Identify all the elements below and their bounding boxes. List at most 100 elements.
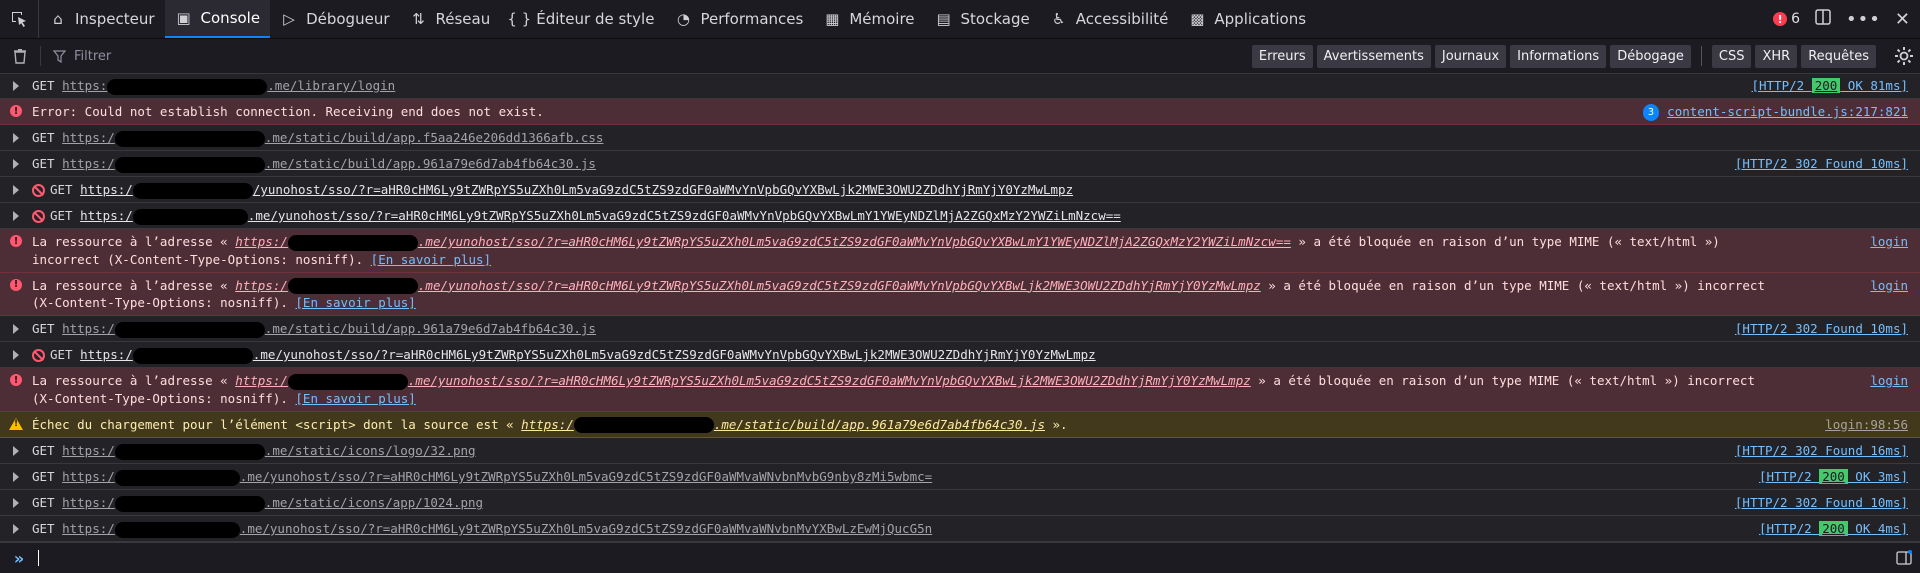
resource-url[interactable]: https:/ .me/yunohost/sso/?r=aHR0cHM6Ly9tZ… <box>235 277 1261 294</box>
network-request-row[interactable]: GET https:/ /yunohost/sso/?r=aHR0cHM6Ly9t… <box>0 177 1920 203</box>
trash-icon[interactable] <box>0 48 40 64</box>
filter-chip-type[interactable]: Requêtes <box>1801 44 1876 68</box>
tab-applications[interactable]: ▩ Applications <box>1178 0 1316 38</box>
status-link[interactable]: [HTTP/2 302 Found 10ms] <box>1735 321 1908 336</box>
learn-more-link[interactable]: [En savoir plus] <box>295 391 415 406</box>
request-url[interactable]: https:/ /yunohost/sso/?r=aHR0cHM6Ly9tZWRp… <box>80 182 1073 199</box>
request-url[interactable]: https:/ .me/static/icons/logo/32.png <box>62 443 476 460</box>
status-link[interactable]: [HTTP/2 200 OK 3ms] <box>1759 469 1908 484</box>
expand-arrow-icon[interactable] <box>0 438 32 463</box>
status-link[interactable]: [HTTP/2 302 Found 10ms] <box>1735 156 1908 171</box>
url-path: .me/yunohost/sso/?r=aHR0cHM6Ly9tZWRpYS5u… <box>417 277 1261 293</box>
status-link[interactable]: [HTTP/2 302 Found 10ms] <box>1735 495 1908 510</box>
source-link[interactable]: content-script-bundle.js:217:821 <box>1667 104 1908 119</box>
filter-chip-level[interactable]: Erreurs <box>1251 44 1313 68</box>
console-input[interactable]: » <box>0 542 1920 573</box>
expand-arrow-icon[interactable] <box>0 203 32 228</box>
request-url[interactable]: https:/ .me/yunohost/sso/?r=aHR0cHM6Ly9tZ… <box>62 469 932 486</box>
request-url[interactable]: https:/ .me/static/build/app.961a79e6d7ab… <box>62 321 596 338</box>
tab-console[interactable]: ▣ Console <box>164 0 271 38</box>
source-link[interactable]: login <box>1862 229 1920 272</box>
request-url[interactable]: https: .me/library/login <box>62 78 395 95</box>
request-url[interactable]: https:/ .me/static/icons/app/1024.png <box>62 495 483 512</box>
expand-arrow-icon[interactable] <box>0 73 32 98</box>
blocked-icon <box>32 349 45 362</box>
network-request-row[interactable]: GET https:/ .me/static/build/app.961a79e6… <box>0 316 1920 342</box>
filter-input[interactable]: Filtrer <box>40 46 111 66</box>
learn-more-link[interactable]: [En savoir plus] <box>371 252 491 267</box>
tab-label: Mémoire <box>849 10 915 28</box>
tab-style-editor[interactable]: { } Éditeur de style <box>500 0 664 38</box>
filter-chip-level[interactable]: Informations <box>1510 44 1607 68</box>
network-request-row[interactable]: GET https:/ .me/yunohost/sso/?r=aHR0cHM6L… <box>0 342 1920 368</box>
source-link[interactable]: login <box>1862 273 1920 316</box>
request-status[interactable]: [HTTP/2 302 Found 10ms] <box>1727 316 1920 341</box>
network-request-row[interactable]: GET https:/ .me/static/build/app.961a79e6… <box>0 151 1920 177</box>
status-link[interactable]: [HTTP/2 302 Found 16ms] <box>1735 443 1908 458</box>
filter-chip-type[interactable]: CSS <box>1711 44 1752 68</box>
request-status[interactable]: [HTTP/2 200 OK 4ms] <box>1751 516 1920 541</box>
filter-chip-level[interactable]: Avertissements <box>1316 44 1431 68</box>
error-count-badge[interactable]: ! 6 <box>1773 11 1800 27</box>
expand-arrow-icon[interactable] <box>0 125 32 150</box>
expand-arrow-icon[interactable] <box>0 316 32 341</box>
network-request-row[interactable]: GET https:/ .me/yunohost/sso/?r=aHR0cHM6L… <box>0 203 1920 229</box>
tab-performance[interactable]: ◔ Performances <box>664 0 813 38</box>
request-url[interactable]: https:/ .me/yunohost/sso/?r=aHR0cHM6Ly9tZ… <box>80 208 1121 225</box>
element-picker-icon[interactable] <box>0 0 39 38</box>
close-icon[interactable]: ✕ <box>1895 9 1910 30</box>
request-url[interactable]: https:/ .me/static/build/app.f5aa246e206d… <box>62 130 603 147</box>
tab-storage[interactable]: ▤ Stockage <box>925 0 1040 38</box>
url-path: .me/yunohost/sso/?r=aHR0cHM6Ly9tZWRpYS5u… <box>239 521 933 536</box>
request-url[interactable]: https:/ .me/yunohost/sso/?r=aHR0cHM6Ly9tZ… <box>62 521 933 538</box>
expand-arrow-icon[interactable] <box>0 516 32 541</box>
network-request-row[interactable]: GET https:/ .me/static/icons/app/1024.png… <box>0 490 1920 516</box>
status-link[interactable]: [HTTP/2 200 OK 4ms] <box>1759 521 1908 536</box>
request-status[interactable]: [HTTP/2 302 Found 10ms] <box>1727 151 1920 176</box>
filter-chip-type[interactable]: XHR <box>1755 44 1798 68</box>
arrow-shape <box>13 324 19 334</box>
tab-accessibility[interactable]: ♿ Accessibilité <box>1040 0 1179 38</box>
status-link[interactable]: [HTTP/2 200 OK 81ms] <box>1751 78 1908 93</box>
request-status[interactable]: [HTTP/2 302 Found 16ms] <box>1727 438 1920 463</box>
url-prefix: https:/ <box>62 521 115 536</box>
gear-icon[interactable] <box>1894 46 1914 70</box>
request-status[interactable]: [HTTP/2 302 Found 10ms] <box>1727 490 1920 515</box>
network-request-row[interactable]: GET https:/ .me/static/icons/logo/32.png [… <box>0 438 1920 464</box>
network-request-row[interactable]: GET https:/ .me/static/build/app.f5aa246e… <box>0 125 1920 151</box>
expand-arrow-icon[interactable] <box>0 342 32 367</box>
request-url[interactable]: https:/ .me/static/build/app.961a79e6d7ab… <box>62 156 596 173</box>
expand-arrow-icon[interactable] <box>0 177 32 202</box>
more-options-icon[interactable]: ••• <box>1846 9 1881 30</box>
request-status[interactable]: [HTTP/2 200 OK 3ms] <box>1751 464 1920 489</box>
expand-arrow-icon[interactable] <box>0 464 32 489</box>
filter-chip-level[interactable]: Débogage <box>1610 44 1691 68</box>
warning-source[interactable]: login:98:56 <box>1817 412 1920 438</box>
devtools-toolbar: ⌂ Inspecteur ▣ Console ▷ Débogueur ⇅ Réseau { } É… <box>0 0 1920 39</box>
tab-inspector[interactable]: ⌂ Inspecteur <box>39 0 165 38</box>
request-url[interactable]: https:/ .me/yunohost/sso/?r=aHR0cHM6Ly9tZ… <box>80 347 1096 364</box>
tab-network[interactable]: ⇅ Réseau <box>400 0 501 38</box>
network-request-row[interactable]: GET https:/ .me/yunohost/sso/?r=aHR0cHM6L… <box>0 516 1920 542</box>
tab-debugger[interactable]: ▷ Débogueur <box>270 0 399 38</box>
dock-icon[interactable] <box>1814 8 1832 30</box>
resource-url[interactable]: https:/ .me/yunohost/sso/?r=aHR0cHM6Ly9tZ… <box>235 373 1251 390</box>
request-status[interactable]: [HTTP/2 200 OK 81ms] <box>1743 73 1920 98</box>
redacted-host <box>287 278 418 294</box>
script-url[interactable]: https:/ .me/static/build/app.961a79e6d7ab… <box>521 417 1045 433</box>
tab-memory[interactable]: ▦ Mémoire <box>813 0 924 38</box>
network-request-row[interactable]: GET https:/ .me/yunohost/sso/?r=aHR0cHM6L… <box>0 464 1920 490</box>
source-link[interactable]: login:98:56 <box>1825 417 1908 432</box>
expand-arrow-icon[interactable] <box>0 151 32 176</box>
message-prefix: La ressource à l’adresse « <box>32 234 236 249</box>
chip-separator <box>1700 46 1702 66</box>
learn-more-link[interactable]: [En savoir plus] <box>295 295 415 310</box>
expand-arrow-icon[interactable] <box>0 490 32 515</box>
tab-label: Éditeur de style <box>536 10 655 28</box>
request-method: GET <box>32 321 55 336</box>
network-request-row[interactable]: GET https: .me/library/login [HTTP/2 200 O… <box>0 73 1920 99</box>
filter-chip-level[interactable]: Journaux <box>1434 44 1507 68</box>
resource-url[interactable]: https:/ .me/yunohost/sso/?r=aHR0cHM6Ly9tZ… <box>235 234 1291 251</box>
source-link[interactable]: login <box>1862 368 1920 411</box>
editor-toggle-icon[interactable] <box>1896 550 1912 570</box>
